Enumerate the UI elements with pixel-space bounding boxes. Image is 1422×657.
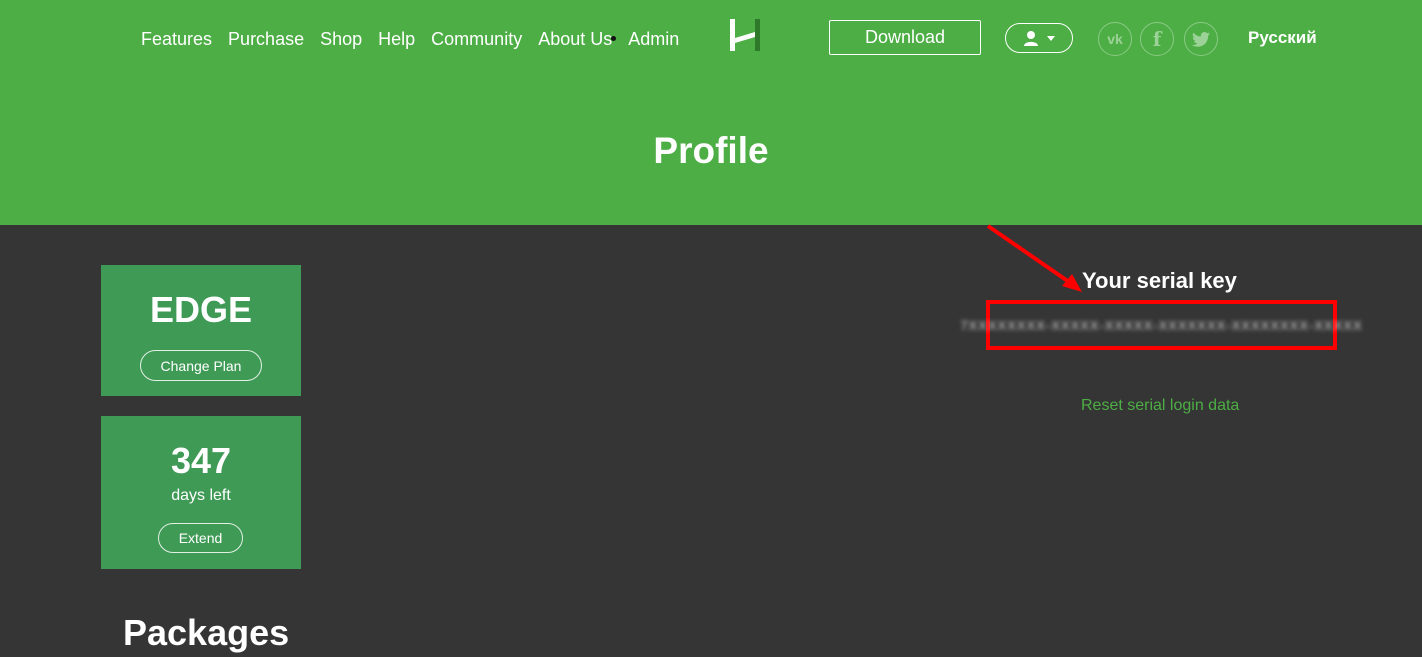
annotation-arrow [986,224,1082,292]
nav-help[interactable]: Help [378,29,415,50]
change-plan-button[interactable]: Change Plan [140,350,262,381]
plan-card: EDGE Change Plan [101,265,301,396]
language-switch[interactable]: Русский [1248,28,1317,48]
reset-serial-link[interactable]: Reset serial login data [1081,397,1239,415]
nav-features[interactable]: Features [141,29,212,50]
nav-community[interactable]: Community [431,29,522,50]
page-title: Profile [653,130,769,171]
packages-title: Packages [123,612,290,653]
vk-icon[interactable]: vk [1098,22,1132,56]
days-count: 347 [170,440,232,481]
cursor-dot [611,36,616,41]
facebook-icon[interactable]: f [1140,22,1174,56]
days-left-card: 347 days left Extend [101,416,301,569]
user-menu-button[interactable] [1005,23,1073,53]
nav-about-us[interactable]: About Us [538,29,612,50]
logo-h-icon[interactable] [729,19,761,51]
serial-key-title: Your serial key [1082,268,1237,293]
serial-key-value[interactable]: 7XXXXXXXX-XXXXX-XXXXX-XXXXXXX-XXXXXXXX-X… [960,318,1362,333]
plan-name: EDGE [149,289,253,330]
user-icon [1024,31,1038,46]
download-button[interactable]: Download [829,20,981,55]
nav-purchase[interactable]: Purchase [228,29,304,50]
twitter-icon[interactable] [1184,22,1218,56]
nav-shop[interactable]: Shop [320,29,362,50]
nav-admin[interactable]: Admin [628,29,679,50]
chevron-down-icon [1047,35,1055,41]
days-label: days left [171,487,231,504]
serial-key-highlight: 7XXXXXXXX-XXXXX-XXXXX-XXXXXXX-XXXXXXXX-X… [960,300,1362,350]
header-bar: Features Purchase Shop Help Community Ab… [0,0,1422,225]
extend-button[interactable]: Extend [158,523,243,553]
